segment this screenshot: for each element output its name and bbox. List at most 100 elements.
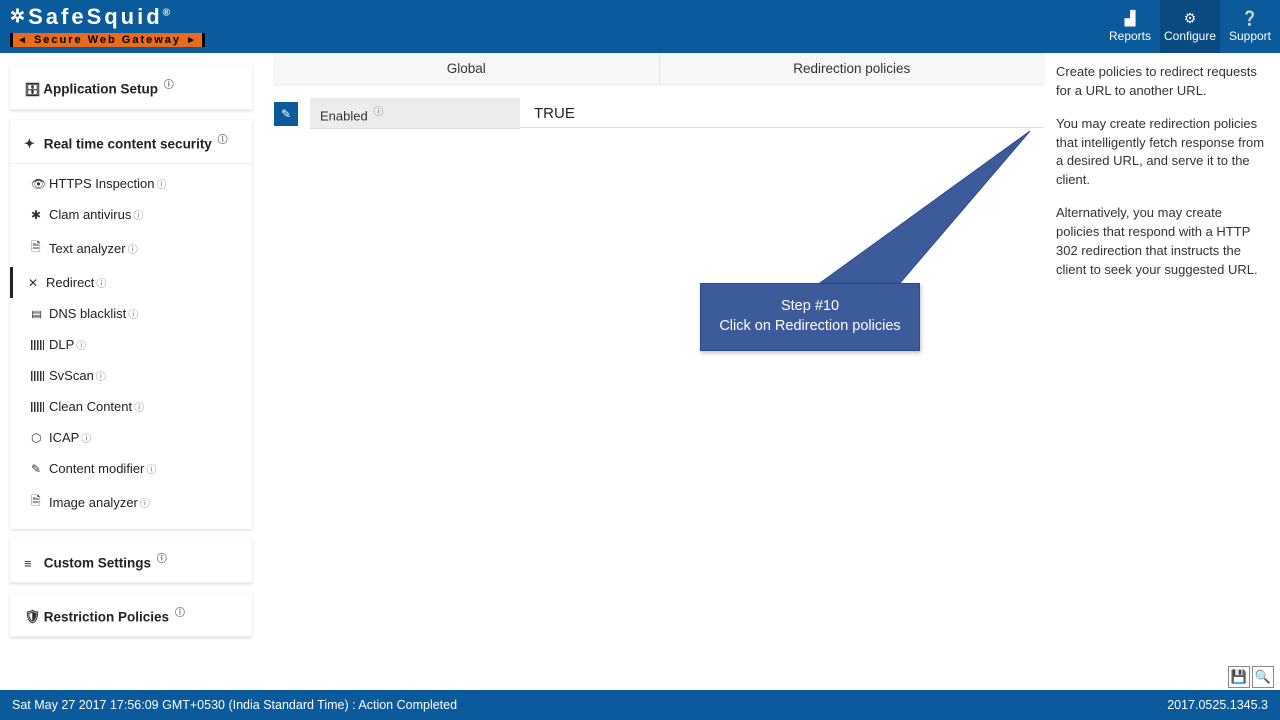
sidebar-custom-label: Custom Settings — [44, 556, 151, 571]
help-p1: Create policies to redirect requests for… — [1056, 63, 1268, 101]
callout-line1: Step #10 — [711, 298, 909, 314]
panel-custom: ≡ Custom Settings ⓘ — [10, 539, 252, 583]
puzzle-icon: ✱ — [31, 208, 49, 222]
sidebar: 🗄 Application Setup ⓘ ✦ Real time conten… — [0, 53, 260, 690]
info-icon: ⓘ — [96, 275, 106, 290]
sidebar-item-label: ICAP — [49, 430, 79, 445]
arrow-left-icon: ◄ — [17, 35, 29, 46]
sidebar-item-redirect[interactable]: ✕ Redirect ⓘ — [10, 267, 252, 298]
sidebar-item-svscan[interactable]: SvScan ⓘ — [10, 360, 252, 391]
footer-version: 2017.0525.1345.3 — [1167, 698, 1268, 712]
barcode-icon — [31, 369, 49, 383]
image-file-icon: 🗎 — [31, 492, 49, 513]
save-icon: 💾 — [1231, 669, 1247, 685]
gear-icon: ✲ — [10, 6, 28, 26]
sidebar-item-label: Redirect — [46, 275, 94, 290]
bottom-toolbar: 💾 🔍 — [1228, 666, 1274, 688]
panel-rtcs: ✦ Real time content security ⓘ 👁 HTTPS I… — [10, 120, 252, 530]
sidebar-item-label: SvScan — [49, 368, 94, 383]
sidebar-item-text[interactable]: 🗎 Text analyzer ⓘ — [10, 230, 252, 267]
info-icon: ⓘ — [133, 207, 143, 222]
sidebar-item-dlp[interactable]: DLP ⓘ — [10, 329, 252, 360]
nav-support-label: Support — [1229, 29, 1271, 43]
help-p3: Alternatively, you may create policies t… — [1056, 204, 1268, 279]
tab-global[interactable]: Global — [274, 53, 660, 84]
sidebar-rtcs[interactable]: ✦ Real time content security ⓘ — [10, 120, 252, 165]
shield-icon: 🛡 — [24, 609, 40, 625]
cogs-icon: ⚙ — [1184, 10, 1197, 27]
barcode-icon — [31, 338, 49, 352]
info-icon: ⓘ — [157, 554, 167, 565]
sidebar-item-clean[interactable]: Clean Content ⓘ — [10, 391, 252, 422]
shuffle-icon: ✕ — [28, 276, 46, 290]
nav-configure-label: Configure — [1164, 29, 1216, 43]
sidebar-app-setup-label: Application Setup — [43, 82, 158, 97]
nav-configure[interactable]: ⚙ Configure — [1160, 0, 1220, 53]
info-icon: ⓘ — [146, 461, 156, 476]
sidebar-item-clam[interactable]: ✱ Clam antivirus ⓘ — [10, 199, 252, 230]
sidebar-item-label: Clam antivirus — [49, 207, 131, 222]
chart-icon: ▟ — [1125, 10, 1136, 27]
layers-icon: ▤ — [31, 308, 49, 319]
eye-icon: 👁 — [31, 177, 49, 191]
callout-line2: Click on Redirection policies — [711, 318, 909, 334]
info-icon: ⓘ — [81, 430, 91, 445]
save-button[interactable]: 💾 — [1228, 666, 1250, 688]
setting-label: Enabled ⓘ — [310, 98, 520, 129]
search-button[interactable]: 🔍 — [1252, 666, 1274, 688]
info-icon: ⓘ — [128, 241, 138, 256]
edit-button[interactable]: ✎ — [274, 102, 298, 126]
step-callout: Step #10 Click on Redirection policies — [700, 283, 920, 351]
brand-name: SafeSquid — [28, 4, 163, 29]
nav-reports[interactable]: ▟ Reports — [1100, 0, 1160, 53]
sidebar-custom[interactable]: ≡ Custom Settings ⓘ — [10, 539, 252, 583]
tab-redirection-policies[interactable]: Redirection policies — [660, 53, 1045, 84]
sidebar-item-label: Clean Content — [49, 399, 132, 414]
footer-status: Sat May 27 2017 17:56:09 GMT+0530 (India… — [12, 698, 457, 712]
pencil-square-icon: ✎ — [281, 107, 291, 121]
brand-tagline: Secure Web Gateway — [34, 34, 181, 46]
barcode-icon — [31, 400, 49, 414]
info-icon: ⓘ — [134, 399, 144, 414]
panel-app-setup: 🗄 Application Setup ⓘ — [10, 65, 252, 110]
content-area: 🗄 Application Setup ⓘ ✦ Real time conten… — [0, 53, 1280, 690]
sidebar-item-label: HTTPS Inspection — [49, 176, 155, 191]
sidebar-item-https[interactable]: 👁 HTTPS Inspection ⓘ — [10, 168, 252, 199]
sidebar-item-label: Image analyzer — [49, 495, 138, 510]
arrow-right-icon: ► — [186, 35, 198, 46]
briefcase-icon: 🗄 — [24, 82, 40, 98]
help-p2: You may create redirection policies that… — [1056, 115, 1268, 190]
info-icon: ⓘ — [157, 176, 167, 191]
info-icon: ⓘ — [128, 306, 138, 321]
info-icon: ⓘ — [373, 107, 383, 118]
sidebar-item-contentmod[interactable]: ✎ Content modifier ⓘ — [10, 453, 252, 484]
logo: ✲SafeSquid® ◄ Secure Web Gateway ► — [0, 0, 215, 53]
search-icon: 🔍 — [1255, 669, 1271, 685]
panel-restriction: 🛡 Restriction Policies ⓘ — [10, 593, 252, 638]
help-panel: Create policies to redirect requests for… — [1052, 53, 1280, 690]
sidebar-item-label: Content modifier — [49, 461, 144, 476]
sidebar-item-label: DLP — [49, 337, 74, 352]
sidebar-item-label: DNS blacklist — [49, 306, 126, 321]
sidebar-restriction-label: Restriction Policies — [44, 609, 169, 624]
tabs: Global Redirection policies — [274, 53, 1044, 84]
wand-icon: ✦ — [24, 136, 40, 152]
main: Global Redirection policies ✎ Enabled ⓘ … — [260, 53, 1280, 690]
brand-reg: ® — [163, 8, 170, 19]
sidebar-item-icap[interactable]: ⬡ ICAP ⓘ — [10, 422, 252, 453]
sidebar-item-image[interactable]: 🗎 Image analyzer ⓘ — [10, 484, 252, 521]
app-header: ✲SafeSquid® ◄ Secure Web Gateway ► ▟ Rep… — [0, 0, 1280, 53]
sidebar-restriction[interactable]: 🛡 Restriction Policies ⓘ — [10, 593, 252, 638]
nav-support[interactable]: ❔ Support — [1220, 0, 1280, 53]
info-icon: ⓘ — [96, 368, 106, 383]
setting-label-text: Enabled — [320, 108, 368, 123]
info-icon: ⓘ — [140, 495, 150, 510]
sidebar-item-dns[interactable]: ▤ DNS blacklist ⓘ — [10, 298, 252, 329]
nav-reports-label: Reports — [1109, 29, 1151, 43]
footer: Sat May 27 2017 17:56:09 GMT+0530 (India… — [0, 690, 1280, 720]
header-nav: ▟ Reports ⚙ Configure ❔ Support — [1100, 0, 1280, 53]
info-icon: ⓘ — [175, 608, 185, 619]
sidebar-app-setup[interactable]: 🗄 Application Setup ⓘ — [10, 65, 252, 110]
hexagon-icon: ⬡ — [31, 431, 49, 445]
panel-rtcs-body: 👁 HTTPS Inspection ⓘ ✱ Clam antivirus ⓘ … — [10, 164, 252, 529]
